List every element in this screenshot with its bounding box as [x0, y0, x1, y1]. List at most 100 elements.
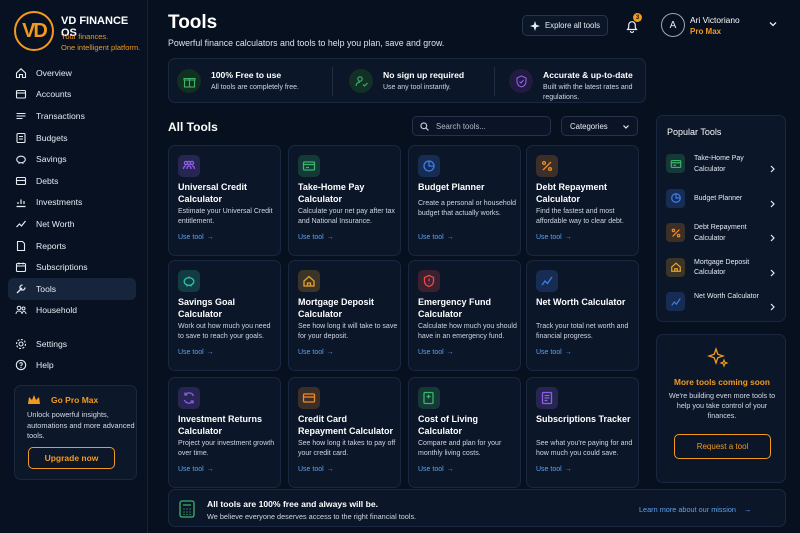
receipt-icon: [536, 387, 558, 409]
explore-all-tools-button[interactable]: Explore all tools: [522, 15, 608, 36]
use-tool-label: Use tool: [178, 234, 204, 241]
tool-card-savings-goal[interactable]: Savings Goal Calculator Work out how much…: [168, 260, 281, 371]
budget-icon: [15, 132, 27, 144]
use-tool-link[interactable]: Use tool →: [536, 234, 572, 241]
popular-item-mortgage-deposit[interactable]: Mortgage Deposit Calculator: [666, 257, 780, 279]
arrow-right-icon: →: [326, 466, 334, 473]
popular-item-budget-planner[interactable]: Budget Planner: [666, 188, 780, 210]
popular-tools-heading: Popular Tools: [667, 127, 722, 137]
popular-tools-panel: Popular Tools Take-Home Pay Calculator Bu…: [656, 115, 786, 322]
main-content: Tools Powerful finance calculators and t…: [148, 0, 800, 533]
use-tool-label: Use tool: [536, 234, 562, 241]
tool-card-net-worth[interactable]: Net Worth Calculator Track your total net…: [526, 260, 639, 371]
user-name[interactable]: Ari Victoriano: [690, 15, 740, 25]
categories-label: Categories: [570, 121, 608, 131]
chevron-right-icon: [769, 160, 776, 178]
use-tool-link[interactable]: Use tool →: [178, 234, 214, 241]
learn-more-link[interactable]: Learn more about our mission →: [639, 505, 751, 514]
tool-card-budget-planner[interactable]: Budget Planner Create a personal or house…: [408, 145, 521, 256]
arrow-right-icon: →: [564, 466, 572, 473]
arrow-right-icon: →: [446, 349, 454, 356]
sidebar: VD VD FINANCE OS Your finances. One inte…: [0, 0, 148, 533]
sidebar-item-tools[interactable]: Tools: [8, 277, 136, 300]
chevron-down-icon[interactable]: [768, 19, 778, 29]
sidebar-item-savings[interactable]: Savings: [8, 148, 136, 170]
use-tool-link[interactable]: Use tool →: [178, 466, 214, 473]
tool-card-investment-returns[interactable]: Investment Returns Calculator Project you…: [168, 377, 281, 488]
tool-title: Credit Card Repayment Calculator: [298, 414, 394, 436]
chevron-right-icon: [769, 195, 776, 213]
upgrade-button[interactable]: Upgrade now: [28, 447, 115, 469]
tool-title: Universal Credit Calculator: [178, 182, 248, 204]
sidebar-item-help[interactable]: Help: [8, 355, 136, 377]
arrow-right-icon: →: [206, 349, 214, 356]
page-title: Tools: [168, 12, 218, 33]
categories-select[interactable]: Categories: [561, 116, 638, 136]
request-tool-button[interactable]: Request a tool: [674, 434, 771, 459]
percent-icon: [536, 155, 558, 177]
tool-card-take-home-pay[interactable]: Take-Home Pay Calculator Calculate your n…: [288, 145, 401, 256]
sidebar-item-debts[interactable]: Debts: [8, 170, 136, 192]
sidebar-item-reports[interactable]: Reports: [8, 235, 136, 257]
arrow-right-icon: →: [564, 234, 572, 241]
tool-description: Compare and plan for your monthly living…: [418, 440, 502, 457]
tool-card-debt-repayment[interactable]: Debt Repayment Calculator Find the fastes…: [526, 145, 639, 256]
sidebar-item-net-worth[interactable]: Net Worth: [8, 213, 136, 235]
tool-description: Create a personal or household budget th…: [418, 200, 517, 217]
avatar[interactable]: A: [661, 13, 685, 37]
use-tool-link[interactable]: Use tool →: [418, 234, 454, 241]
tool-description: Project your investment growth over time…: [178, 440, 275, 457]
popular-item-net-worth[interactable]: Net Worth Calculator: [666, 291, 780, 313]
coming-soon-panel: More tools coming soon We're building ev…: [656, 334, 786, 483]
tool-card-universal-credit[interactable]: Universal Credit Calculator Estimate your…: [168, 145, 281, 256]
tool-card-credit-card-repayment[interactable]: Credit Card Repayment Calculator See how …: [288, 377, 401, 488]
arrow-right-icon: →: [564, 349, 572, 356]
use-tool-link[interactable]: Use tool →: [536, 466, 572, 473]
tool-title: Take-Home Pay Calculator: [298, 182, 365, 204]
arrow-right-icon: →: [446, 466, 454, 473]
users-icon: [178, 155, 200, 177]
use-tool-link[interactable]: Use tool →: [298, 349, 334, 356]
trend-line-icon: [666, 292, 685, 311]
benefit-title: No sign up required: [383, 70, 465, 80]
sidebar-item-label: Reports: [36, 240, 67, 251]
tool-card-cost-of-living[interactable]: Cost of Living Calculator Compare and pla…: [408, 377, 521, 488]
tool-card-emergency-fund[interactable]: Emergency Fund Calculator Calculate how m…: [408, 260, 521, 371]
use-tool-label: Use tool: [418, 466, 444, 473]
sidebar-item-accounts[interactable]: Accounts: [8, 84, 136, 106]
use-tool-label: Use tool: [418, 349, 444, 356]
use-tool-link[interactable]: Use tool →: [536, 349, 572, 356]
use-tool-link[interactable]: Use tool →: [418, 349, 454, 356]
tool-card-mortgage-deposit[interactable]: Mortgage Deposit Calculator See how long …: [288, 260, 401, 371]
sidebar-item-label: Net Worth: [36, 218, 75, 229]
sidebar-item-label: Accounts: [36, 89, 72, 100]
use-tool-link[interactable]: Use tool →: [178, 349, 214, 356]
search-input[interactable]: Search tools...: [412, 116, 551, 136]
use-tool-label: Use tool: [298, 466, 324, 473]
benefit-title: Accurate & up-to-date: [543, 70, 633, 80]
shield-check-icon: [509, 69, 533, 93]
sidebar-item-budgets[interactable]: Budgets: [8, 127, 136, 149]
popular-item-take-home-pay[interactable]: Take-Home Pay Calculator: [666, 153, 780, 175]
sidebar-item-overview[interactable]: Overview: [8, 62, 136, 84]
sidebar-item-settings[interactable]: Settings: [8, 333, 136, 355]
percent-icon: [666, 223, 685, 242]
promo-title: Go Pro Max: [51, 395, 99, 405]
sidebar-item-transactions[interactable]: Transactions: [8, 105, 136, 127]
brand-logo[interactable]: VD: [14, 11, 54, 51]
sidebar-item-subscriptions[interactable]: Subscriptions: [8, 256, 136, 278]
use-tool-link[interactable]: Use tool →: [298, 234, 334, 241]
tool-description: Calculate how much you should have in an…: [418, 323, 517, 340]
sidebar-item-investments[interactable]: Investments: [8, 192, 136, 214]
tool-card-subscriptions-tracker[interactable]: Subscriptions Tracker See what you're pay…: [526, 377, 639, 488]
gift-icon: [177, 69, 201, 93]
tool-title: Net Worth Calculator: [536, 297, 626, 307]
networth-icon: [15, 218, 27, 230]
benefit-text: Built with the latest rates and regulati…: [543, 84, 633, 101]
popular-item-debt-repayment[interactable]: Debt Repayment Calculator: [666, 222, 780, 244]
use-tool-link[interactable]: Use tool →: [298, 466, 334, 473]
sidebar-item-household[interactable]: Household: [8, 300, 136, 322]
tool-description: Track your total net worth and financial…: [536, 323, 629, 340]
calculator-icon: [179, 500, 195, 518]
use-tool-link[interactable]: Use tool →: [418, 466, 454, 473]
